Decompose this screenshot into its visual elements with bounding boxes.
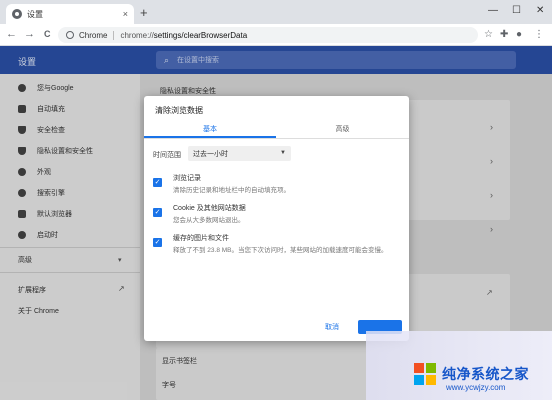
tab-divider xyxy=(144,138,409,139)
reload-button[interactable]: C xyxy=(44,28,51,41)
cancel-button[interactable]: 取消 xyxy=(314,320,350,334)
maximize-button[interactable]: ☐ xyxy=(512,5,521,16)
new-tab-button[interactable]: + xyxy=(140,6,148,19)
option-title: Cookie 及其他网站数据 xyxy=(173,205,246,212)
omnibox-separator xyxy=(113,30,115,40)
time-range-select[interactable]: 过去一小时 ▼ xyxy=(188,146,291,161)
profile-icon[interactable]: ● xyxy=(516,29,522,41)
star-icon[interactable]: ☆ xyxy=(484,29,493,41)
chrome-label: Chrome xyxy=(79,30,108,40)
option-title: 浏览记录 xyxy=(173,175,201,182)
site-info-icon[interactable] xyxy=(66,31,74,39)
tab-strip: 设置 × + — ☐ ✕ xyxy=(0,0,552,24)
forward-button[interactable]: → xyxy=(24,28,35,41)
option-description: 您会从大多数网站退出。 xyxy=(173,217,245,224)
browser-tab-settings[interactable]: 设置 × xyxy=(6,4,134,24)
watermark-site: www.ycwjzy.com xyxy=(446,383,506,392)
url-path: settings/clearBrowserData xyxy=(153,30,248,40)
cookies-checkbox[interactable]: ✓ xyxy=(153,208,162,217)
dialog-title: 清除浏览数据 xyxy=(155,106,203,115)
close-window-button[interactable]: ✕ xyxy=(536,5,544,16)
address-bar[interactable]: Chrome chrome:// settings/clearBrowserDa… xyxy=(58,27,478,43)
tab-title: 设置 xyxy=(27,9,43,19)
dropdown-caret-icon: ▼ xyxy=(280,150,286,156)
clear-browsing-data-dialog: 清除浏览数据 基本 高级 时间范围 过去一小时 ▼ ✓ 浏览记录 清除历史记录和… xyxy=(144,96,409,341)
menu-icon[interactable]: ⋮ xyxy=(534,29,544,41)
settings-gear-icon xyxy=(12,9,22,19)
back-button[interactable]: ← xyxy=(6,28,17,41)
tab-advanced[interactable]: 高级 xyxy=(276,124,409,134)
minimize-button[interactable]: — xyxy=(488,5,498,16)
url-scheme: chrome:// xyxy=(120,30,154,40)
cached-images-checkbox[interactable]: ✓ xyxy=(153,238,162,247)
tab-basic[interactable]: 基本 xyxy=(144,124,276,134)
time-range-label: 时间范围 xyxy=(153,152,181,159)
watermark: 纯净系统之家 www.ycwjzy.com xyxy=(366,331,552,400)
option-description: 释放了不到 23.8 MB。当您下次访问时，某些网站的加载速度可能会变慢。 xyxy=(173,247,388,254)
option-description: 清除历史记录和地址栏中的自动填充项。 xyxy=(173,187,290,194)
option-title: 缓存的图片和文件 xyxy=(173,235,229,242)
windows-logo-icon xyxy=(414,363,436,385)
time-range-value: 过去一小时 xyxy=(193,150,228,158)
browsing-history-checkbox[interactable]: ✓ xyxy=(153,178,162,187)
extensions-icon[interactable]: ✚ xyxy=(500,29,508,41)
tab-close-button[interactable]: × xyxy=(123,9,128,19)
watermark-brand: 纯净系统之家 xyxy=(442,366,529,382)
browser-toolbar: ← → C Chrome chrome:// settings/clearBro… xyxy=(0,24,552,46)
